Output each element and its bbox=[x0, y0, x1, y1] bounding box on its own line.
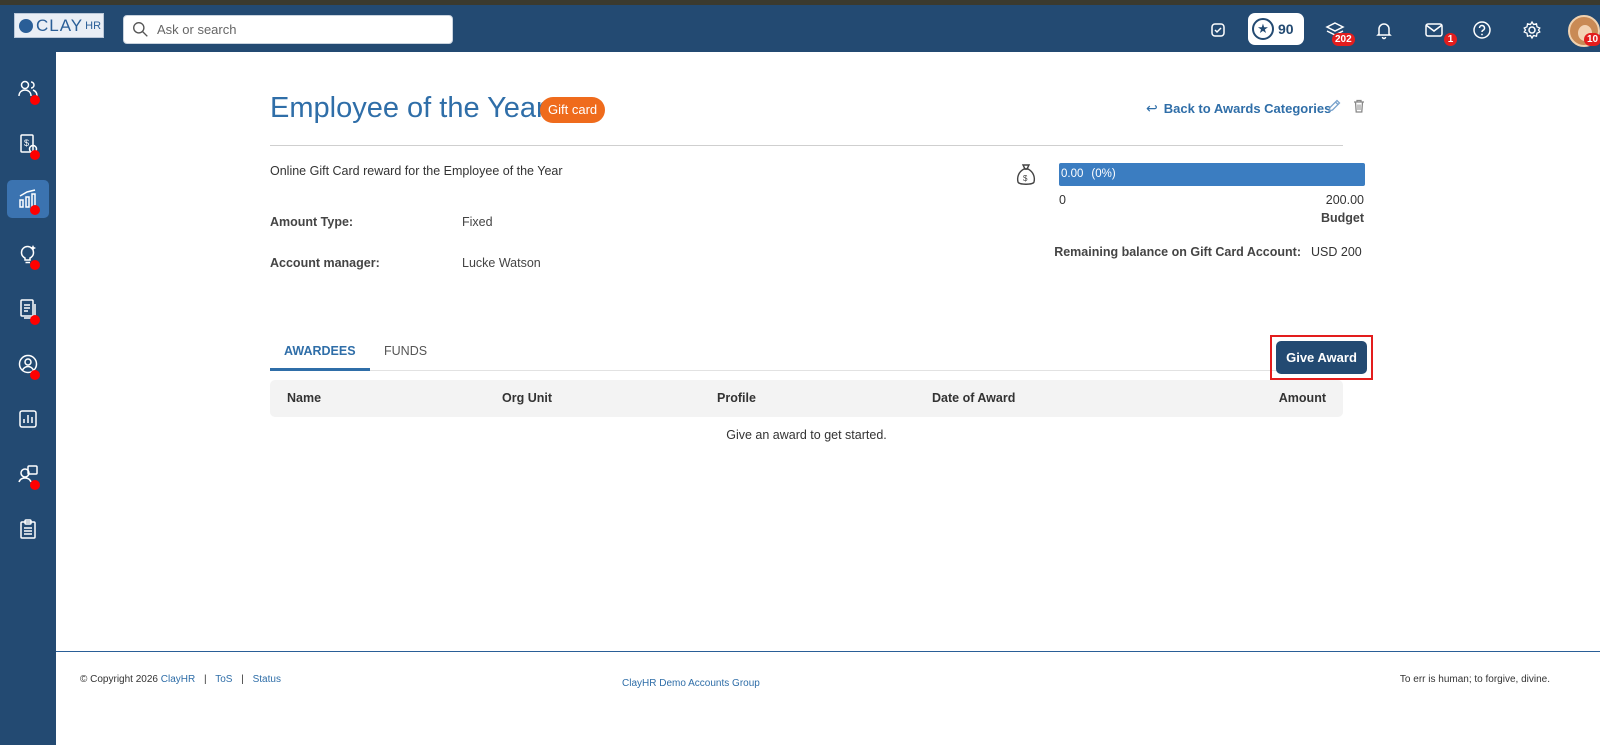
sidebar-item-profile[interactable] bbox=[7, 345, 49, 383]
gear-icon[interactable] bbox=[1521, 19, 1543, 41]
help-icon[interactable] bbox=[1471, 19, 1493, 41]
report-chart-icon bbox=[19, 410, 37, 428]
back-arrow-icon: ↩ bbox=[1146, 100, 1158, 116]
notification-dot bbox=[30, 260, 40, 270]
clayhr-link[interactable]: ClayHR bbox=[161, 674, 195, 685]
alarm-clock-icon[interactable] bbox=[1207, 19, 1229, 41]
tab-awardees[interactable]: AWARDEES bbox=[270, 333, 370, 371]
sidebar-item-checklist[interactable] bbox=[7, 510, 49, 548]
account-group-link[interactable]: ClayHR Demo Accounts Group bbox=[622, 678, 760, 689]
back-to-awards-link[interactable]: ↩ Back to Awards Categories bbox=[1146, 100, 1331, 117]
bell-icon[interactable] bbox=[1373, 19, 1395, 41]
column-profile[interactable]: Profile bbox=[717, 380, 756, 417]
mail-badge: 1 bbox=[1444, 33, 1457, 46]
star-icon: ★ bbox=[1252, 18, 1274, 40]
sidebar-item-people[interactable] bbox=[7, 70, 49, 108]
main-content: Employee of the Year Gift card ↩ Back to… bbox=[56, 52, 1600, 652]
column-date-of-award[interactable]: Date of Award bbox=[932, 380, 1015, 417]
account-manager-label: Account manager: bbox=[270, 256, 380, 270]
remaining-balance-label: Remaining balance on Gift Card Account: bbox=[1054, 245, 1301, 259]
clayhr-logo[interactable]: CLAY HR bbox=[14, 13, 104, 38]
logo-text: CLAY bbox=[36, 15, 84, 35]
budget-max: 200.00 bbox=[1325, 193, 1364, 207]
awardees-table-header: Name Org Unit Profile Date of Award Amou… bbox=[270, 380, 1343, 417]
amount-type-value: Fixed bbox=[462, 215, 493, 229]
column-amount[interactable]: Amount bbox=[1279, 380, 1326, 417]
empty-table-message: Give an award to get started. bbox=[726, 428, 887, 442]
sidebar-item-ideas[interactable] bbox=[7, 235, 49, 273]
column-org-unit[interactable]: Org Unit bbox=[502, 380, 552, 417]
clipboard-icon bbox=[20, 519, 36, 539]
avatar-badge: 10 bbox=[1584, 33, 1600, 46]
status-link[interactable]: Status bbox=[253, 674, 281, 685]
notification-dot bbox=[30, 205, 40, 215]
notification-dot bbox=[30, 370, 40, 380]
mail-icon[interactable] bbox=[1423, 19, 1445, 41]
give-award-button[interactable]: Give Award bbox=[1276, 341, 1367, 374]
points-counter[interactable]: ★ 90 bbox=[1248, 13, 1304, 45]
trash-icon[interactable] bbox=[1351, 98, 1367, 114]
title-divider bbox=[270, 145, 1343, 146]
sidebar-item-documents[interactable] bbox=[7, 290, 49, 328]
tab-funds[interactable]: FUNDS bbox=[370, 333, 441, 371]
logo-suffix: HR bbox=[85, 19, 102, 32]
global-search[interactable] bbox=[123, 15, 453, 44]
amount-type-label: Amount Type: bbox=[270, 215, 354, 229]
copyright-text: © Copyright 2026 bbox=[80, 674, 158, 685]
budget-used-percent: (0%) bbox=[1091, 168, 1116, 180]
sidebar: $ bbox=[0, 52, 56, 745]
award-description: Online Gift Card reward for the Employee… bbox=[270, 164, 563, 178]
footer-quote: To err is human; to forgive, divine. bbox=[1399, 674, 1550, 685]
notification-dot bbox=[30, 95, 40, 105]
account-manager-value: Lucke Watson bbox=[462, 256, 541, 270]
tos-link[interactable]: ToS bbox=[215, 674, 232, 685]
notification-dot bbox=[30, 480, 40, 490]
budget-progress-bar: 0.00 (0%) bbox=[1059, 163, 1365, 186]
sidebar-item-reports[interactable] bbox=[7, 400, 49, 438]
money-bag-icon: $ bbox=[1016, 164, 1036, 185]
svg-text:$: $ bbox=[1023, 174, 1028, 183]
footer-separator: | bbox=[241, 674, 244, 685]
sidebar-item-support[interactable] bbox=[7, 455, 49, 493]
layers-badge: 202 bbox=[1332, 33, 1355, 46]
svg-text:$: $ bbox=[24, 138, 29, 148]
column-name[interactable]: Name bbox=[287, 380, 321, 417]
footer-separator: | bbox=[203, 674, 207, 685]
search-input[interactable] bbox=[157, 22, 437, 37]
sidebar-item-payroll[interactable]: $ bbox=[7, 125, 49, 163]
logo-mark-icon bbox=[19, 18, 33, 33]
award-type-tag: Gift card bbox=[540, 97, 606, 123]
footer: © Copyright 2026 ClayHR | ToS | Status C… bbox=[56, 652, 1600, 745]
top-navigation-bar: CLAY HR ★ 90 202 1 10 bbox=[0, 5, 1600, 52]
notification-dot bbox=[30, 150, 40, 160]
back-link-label: Back to Awards Categories bbox=[1163, 101, 1332, 116]
sidebar-item-performance[interactable] bbox=[7, 180, 49, 218]
budget-used-value: 0.00 bbox=[1061, 168, 1084, 180]
pencil-icon[interactable] bbox=[1326, 98, 1342, 114]
remaining-balance-value: USD 200 bbox=[1311, 245, 1362, 259]
footer-links: © Copyright 2026 ClayHR | ToS | Status bbox=[80, 674, 281, 685]
notification-dot bbox=[30, 315, 40, 325]
search-icon bbox=[133, 22, 148, 37]
budget-min: 0 bbox=[1059, 193, 1066, 207]
award-tabs: AWARDEES FUNDS bbox=[270, 333, 1343, 371]
budget-label: Budget bbox=[1320, 211, 1364, 225]
points-value: 90 bbox=[1278, 21, 1294, 37]
page-title: Employee of the Year bbox=[270, 92, 546, 124]
